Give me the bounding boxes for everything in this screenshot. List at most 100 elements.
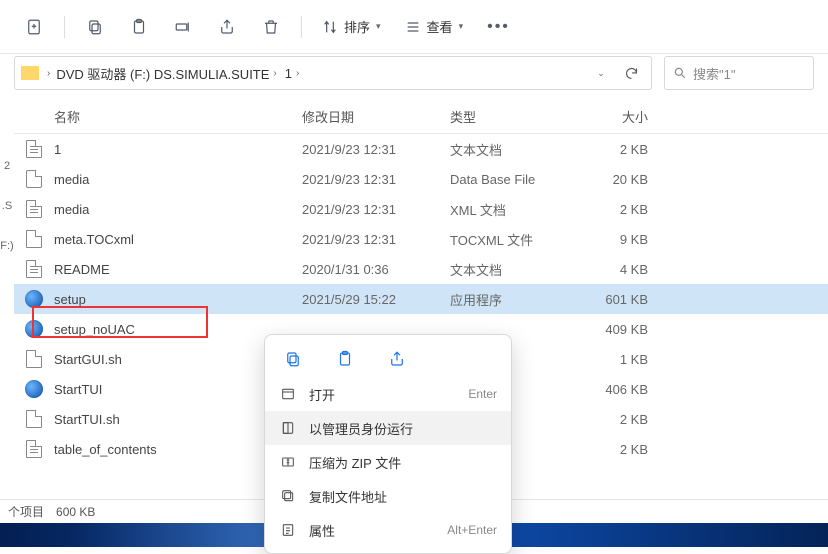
file-name: meta.TOCxml bbox=[54, 232, 302, 247]
file-size: 20 KB bbox=[588, 172, 668, 187]
cm-label: 复制文件地址 bbox=[309, 487, 387, 506]
address-row: › DVD 驱动器 (F:) DS.SIMULIA.SUITE › 1 › ⌄ … bbox=[0, 54, 828, 100]
chevron-right-icon: › bbox=[296, 68, 299, 79]
file-size: 2 KB bbox=[588, 412, 668, 427]
rename-button[interactable] bbox=[163, 9, 203, 45]
folder-icon bbox=[21, 66, 39, 80]
file-row[interactable]: 12021/9/23 12:31文本文档2 KB bbox=[14, 134, 828, 164]
col-name[interactable]: 名称 bbox=[14, 107, 302, 126]
file-icon bbox=[26, 230, 42, 248]
view-dropdown[interactable]: 查看 ▾ bbox=[395, 9, 474, 45]
file-icon bbox=[26, 350, 42, 368]
chevron-down-icon: ▾ bbox=[459, 21, 464, 32]
share-button[interactable] bbox=[207, 9, 247, 45]
chevron-right-icon: › bbox=[273, 68, 276, 79]
file-size: 2 KB bbox=[588, 202, 668, 217]
status-size: 600 KB bbox=[56, 505, 95, 519]
cm-properties[interactable]: 属性 Alt+Enter bbox=[265, 513, 511, 547]
search-icon bbox=[673, 66, 687, 80]
file-size: 406 KB bbox=[588, 382, 668, 397]
divider bbox=[64, 16, 65, 38]
file-name: README bbox=[54, 262, 302, 277]
breadcrumb-label: 1 bbox=[285, 66, 292, 81]
context-menu: 打开 Enter 以管理员身份运行 压缩为 ZIP 文件 复制文件地址 属性 A… bbox=[264, 334, 512, 554]
cm-open[interactable]: 打开 Enter bbox=[265, 377, 511, 411]
file-date: 2021/9/23 12:31 bbox=[302, 172, 450, 187]
app-icon bbox=[25, 290, 43, 308]
col-date[interactable]: 修改日期 bbox=[302, 107, 450, 126]
sort-dropdown[interactable]: 排序 ▾ bbox=[312, 9, 391, 45]
file-date: 2021/5/29 15:22 bbox=[302, 292, 450, 307]
sidebar-strip: 2 .S F:) bbox=[0, 100, 14, 523]
cm-copy-button[interactable] bbox=[277, 344, 309, 374]
shield-icon bbox=[279, 420, 297, 436]
file-name: setup bbox=[54, 292, 302, 307]
app-icon bbox=[25, 320, 43, 338]
cm-run-as-admin[interactable]: 以管理员身份运行 bbox=[265, 411, 511, 445]
file-size: 601 KB bbox=[588, 292, 668, 307]
context-menu-quickbar bbox=[265, 341, 511, 377]
file-icon bbox=[26, 410, 42, 428]
file-row[interactable]: media2021/9/23 12:31XML 文档2 KB bbox=[14, 194, 828, 224]
delete-button[interactable] bbox=[251, 9, 291, 45]
copy-path-icon bbox=[279, 488, 297, 504]
file-name: media bbox=[54, 202, 302, 217]
cm-copy-path[interactable]: 复制文件地址 bbox=[265, 479, 511, 513]
breadcrumb-sub[interactable]: 1 › bbox=[283, 64, 302, 83]
open-icon bbox=[279, 386, 297, 402]
text-file-icon bbox=[26, 140, 42, 158]
properties-icon bbox=[279, 522, 297, 538]
file-name: setup_noUAC bbox=[54, 322, 302, 337]
copy-button[interactable] bbox=[75, 9, 115, 45]
cm-share-button[interactable] bbox=[381, 344, 413, 374]
file-size: 409 KB bbox=[588, 322, 668, 337]
history-dropdown[interactable]: ⌄ bbox=[587, 59, 615, 87]
text-file-icon bbox=[26, 260, 42, 278]
app-icon bbox=[25, 380, 43, 398]
file-size: 1 KB bbox=[588, 352, 668, 367]
text-file-icon bbox=[26, 200, 42, 218]
text-file-icon bbox=[26, 440, 42, 458]
zip-icon bbox=[279, 454, 297, 470]
cm-shortcut: Enter bbox=[468, 387, 497, 401]
cm-shortcut: Alt+Enter bbox=[447, 523, 497, 537]
file-row[interactable]: README2020/1/31 0:36文本文档4 KB bbox=[14, 254, 828, 284]
refresh-button[interactable] bbox=[617, 59, 645, 87]
file-row[interactable]: media2021/9/23 12:31Data Base File20 KB bbox=[14, 164, 828, 194]
toolbar: 排序 ▾ 查看 ▾ ••• bbox=[0, 0, 828, 54]
search-input[interactable]: 搜索"1" bbox=[664, 56, 814, 90]
side-item[interactable]: .S bbox=[0, 200, 14, 212]
file-name: media bbox=[54, 172, 302, 187]
more-button[interactable]: ••• bbox=[477, 18, 520, 36]
view-label: 查看 bbox=[427, 17, 453, 36]
paste-button[interactable] bbox=[119, 9, 159, 45]
file-size: 9 KB bbox=[588, 232, 668, 247]
file-size: 2 KB bbox=[588, 142, 668, 157]
side-item[interactable]: 2 bbox=[0, 160, 14, 172]
cm-compress-zip[interactable]: 压缩为 ZIP 文件 bbox=[265, 445, 511, 479]
file-size: 2 KB bbox=[588, 442, 668, 457]
new-button[interactable] bbox=[14, 9, 54, 45]
db-file-icon bbox=[26, 170, 42, 188]
chevron-down-icon: ▾ bbox=[376, 21, 381, 32]
col-type[interactable]: 类型 bbox=[450, 107, 588, 126]
file-type: 文本文档 bbox=[450, 140, 588, 159]
file-type: XML 文档 bbox=[450, 200, 588, 219]
status-count: 个项目 bbox=[8, 503, 44, 520]
divider bbox=[301, 16, 302, 38]
sort-label: 排序 bbox=[344, 17, 370, 36]
file-name: 1 bbox=[54, 142, 302, 157]
file-date: 2021/9/23 12:31 bbox=[302, 232, 450, 247]
file-row[interactable]: meta.TOCxml2021/9/23 12:31TOCXML 文件9 KB bbox=[14, 224, 828, 254]
file-date: 2020/1/31 0:36 bbox=[302, 262, 450, 277]
col-size[interactable]: 大小 bbox=[588, 107, 668, 126]
side-item[interactable]: F:) bbox=[0, 240, 14, 252]
cm-label: 以管理员身份运行 bbox=[309, 419, 413, 438]
file-type: TOCXML 文件 bbox=[450, 230, 588, 249]
cm-label: 打开 bbox=[309, 385, 335, 404]
breadcrumb-root[interactable]: DVD 驱动器 (F:) DS.SIMULIA.SUITE › bbox=[54, 62, 278, 85]
cm-paste-button[interactable] bbox=[329, 344, 361, 374]
file-row[interactable]: setup2021/5/29 15:22应用程序601 KB bbox=[14, 284, 828, 314]
breadcrumb-bar[interactable]: › DVD 驱动器 (F:) DS.SIMULIA.SUITE › 1 › ⌄ bbox=[14, 56, 652, 90]
file-size: 4 KB bbox=[588, 262, 668, 277]
